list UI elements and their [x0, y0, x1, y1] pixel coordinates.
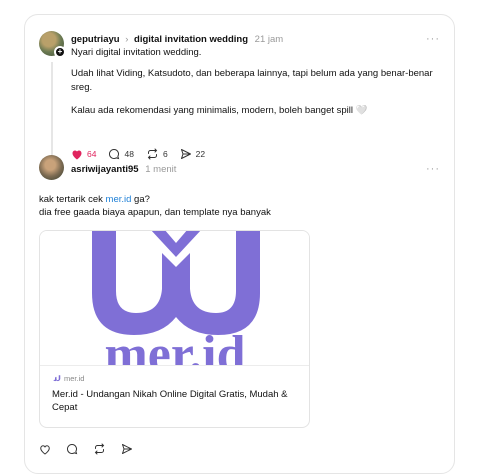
thread-card: + geputriayu › digital invitation weddin… [24, 14, 455, 474]
comment-icon [109, 148, 120, 160]
post-text-segment: ga? [131, 194, 150, 205]
reply-count: 48 [124, 149, 134, 159]
share-count: 22 [195, 149, 206, 159]
repost-icon[interactable] [93, 443, 106, 455]
comment-icon[interactable] [66, 443, 78, 455]
topic-tag[interactable]: digital invitation wedding [134, 34, 248, 45]
link-preview-image: mer.id [40, 231, 309, 365]
like-count: 64 [87, 149, 97, 159]
post-text-line: dia free gaada biaya apapun, dan templat… [39, 207, 271, 218]
reply-button[interactable]: 48 [108, 148, 134, 160]
logo-text: mer.id [104, 326, 245, 365]
like-button[interactable]: 64 [71, 149, 96, 160]
repost-count: 6 [162, 149, 168, 159]
repost-icon [147, 148, 158, 160]
action-bar: 64 48 6 22 [71, 148, 205, 160]
site-favicon-icon [52, 374, 61, 381]
more-options-icon[interactable]: ··· [426, 33, 440, 45]
post-text-paragraph: Kalau ada rekomendasi yang minimalis, mo… [71, 105, 368, 116]
timestamp: 1 menit [145, 164, 177, 175]
heart-filled-icon [72, 150, 82, 159]
link-domain: mer.id [64, 374, 85, 383]
link-domain-row: mer.id [52, 374, 84, 383]
chevron-right-icon: › [125, 34, 129, 45]
username[interactable]: geputriayu [71, 34, 120, 45]
link-title: Mer.id - Undangan Nikah Online Digital G… [52, 389, 288, 413]
post-link[interactable]: mer.id [106, 194, 132, 205]
action-bar [39, 443, 133, 455]
merid-logo-icon: mer.id [92, 231, 260, 365]
share-button[interactable]: 22 [180, 148, 205, 160]
divider [40, 365, 309, 366]
repost-button[interactable]: 6 [146, 148, 168, 160]
thread-line [51, 62, 53, 166]
more-options-icon[interactable]: ··· [426, 163, 440, 175]
send-icon[interactable] [121, 443, 133, 455]
send-icon [180, 149, 191, 159]
heart-icon[interactable] [39, 444, 51, 455]
post-header: geputriayu › digital invitation wedding … [71, 34, 283, 45]
post-text: kak tertarik cek mer.id ga? dia free gaa… [39, 193, 439, 219]
username[interactable]: asriwijayanti95 [71, 164, 139, 175]
post-text-paragraph: Udah lihat Viding, Katsudoto, dan bebera… [71, 68, 433, 93]
post-text: Nyari digital invitation wedding. [71, 47, 202, 58]
avatar[interactable] [39, 155, 64, 180]
post-header: asriwijayanti95 1 menit [71, 164, 176, 175]
post-text-segment: kak tertarik cek [39, 194, 106, 205]
follow-plus-icon[interactable]: + [54, 46, 66, 58]
link-preview-card[interactable]: mer.id mer.id Mer.id - Undangan Nikah On… [39, 230, 310, 428]
timestamp: 21 jam [254, 34, 284, 45]
